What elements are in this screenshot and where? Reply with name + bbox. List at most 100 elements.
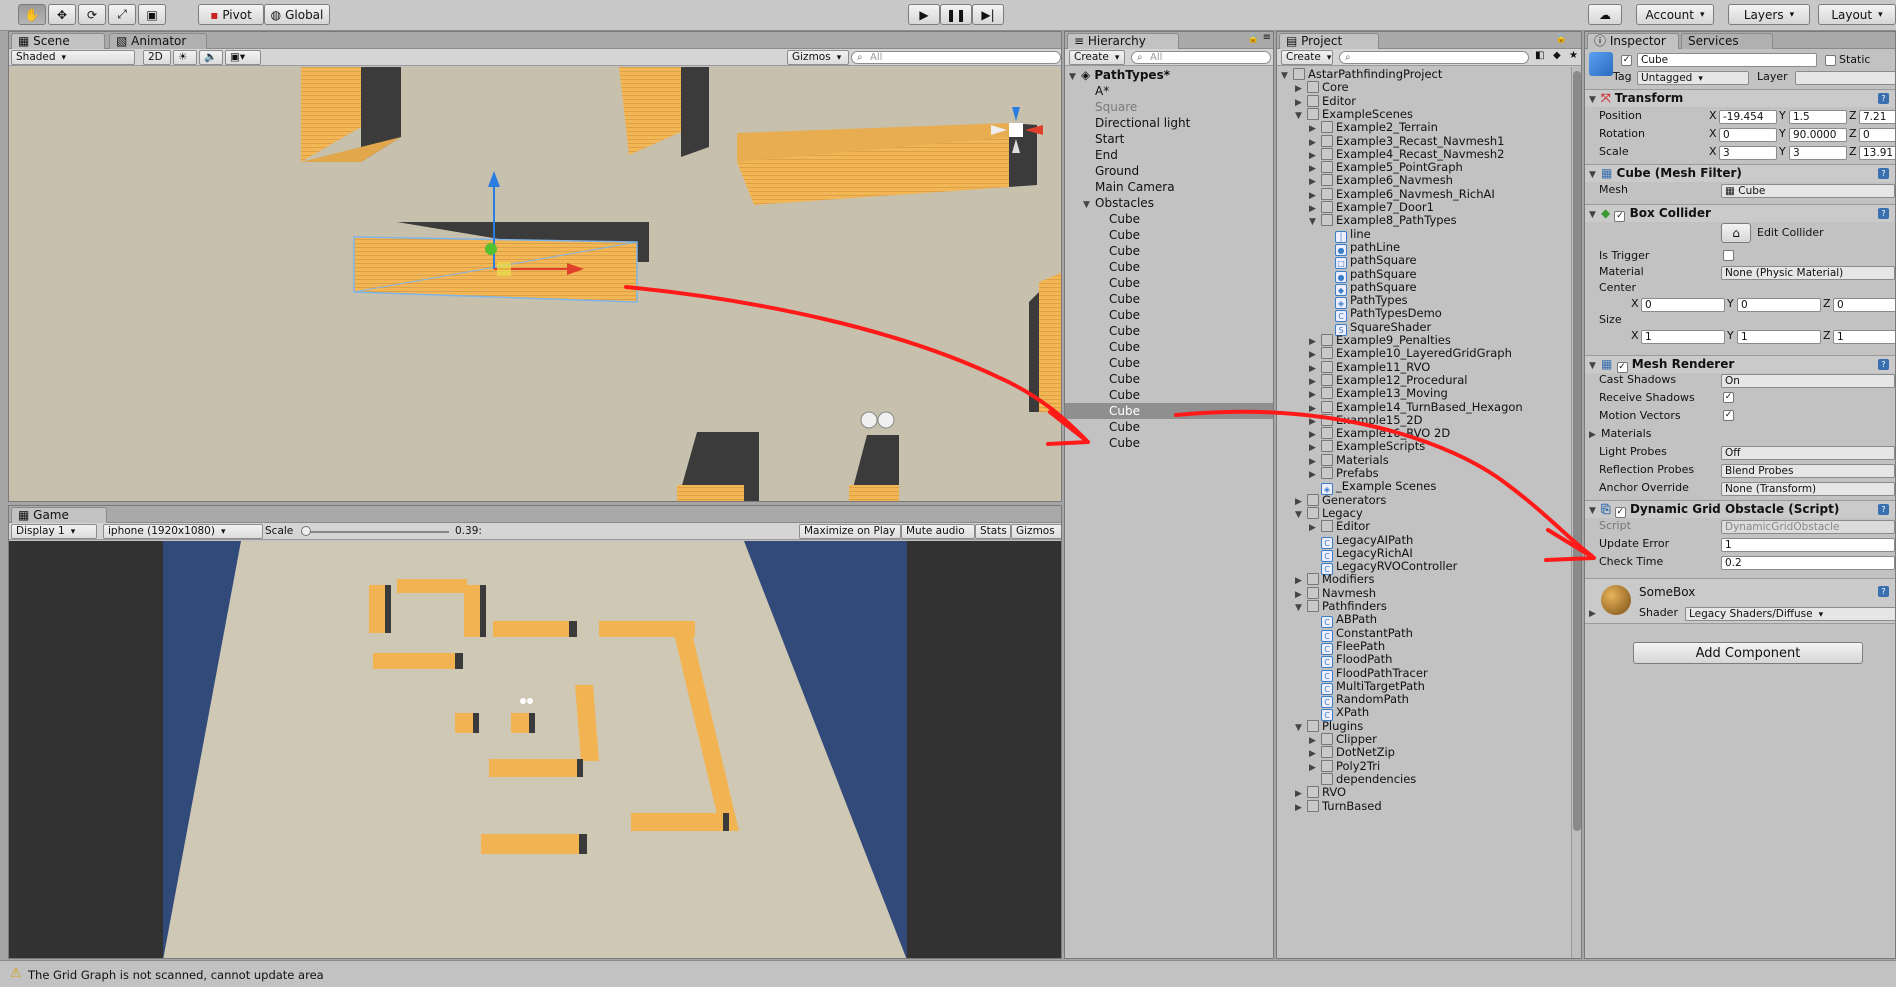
materials-foldout[interactable]: ▶ Materials: [1589, 427, 1651, 442]
hierarchy-item[interactable]: Cube: [1065, 371, 1273, 387]
shader-dropdown[interactable]: Legacy Shaders/Diffuse: [1685, 607, 1895, 621]
box-collider-enabled-checkbox[interactable]: ✓: [1614, 211, 1626, 222]
hierarchy-item[interactable]: End: [1065, 147, 1273, 163]
project-item[interactable]: ▶ Clipper: [1277, 732, 1569, 746]
scale-slider[interactable]: [301, 526, 449, 536]
project-item[interactable]: ▶ Example11_RVO: [1277, 360, 1569, 374]
pause-button[interactable]: ❚❚: [940, 4, 972, 25]
display-dropdown[interactable]: Display 1: [11, 524, 97, 539]
resolution-dropdown[interactable]: iphone (1920x1080): [103, 524, 263, 539]
rect-icon[interactable]: ▣: [138, 4, 166, 25]
rotation-z-field[interactable]: 0: [1859, 128, 1895, 142]
cloud-button[interactable]: ☁: [1588, 4, 1622, 25]
move-icon[interactable]: ✥: [48, 4, 76, 25]
project-scrollbar[interactable]: [1571, 67, 1581, 958]
hierarchy-item[interactable]: Directional light: [1065, 115, 1273, 131]
tab-game[interactable]: ▦ Game: [11, 507, 107, 523]
project-item[interactable]: ▶ Example16_RVO 2D: [1277, 426, 1569, 440]
hierarchy-item[interactable]: Cube: [1065, 387, 1273, 403]
project-item[interactable]: C FloodPath: [1277, 652, 1569, 669]
hierarchy-item[interactable]: Cube: [1065, 435, 1273, 451]
project-item[interactable]: C PathTypesDemo: [1277, 306, 1569, 323]
rotate-icon[interactable]: ⟳: [78, 4, 106, 25]
help-icon[interactable]: ?: [1878, 504, 1889, 515]
help-icon[interactable]: ?: [1878, 93, 1889, 104]
material-foldout-arrow[interactable]: ▶: [1589, 606, 1601, 621]
project-item[interactable]: ▶ Example14_TurnBased_Hexagon: [1277, 400, 1569, 414]
scale-icon[interactable]: ⤢: [108, 4, 136, 25]
hierarchy-item[interactable]: Main Camera: [1065, 179, 1273, 195]
tab-hierarchy[interactable]: ≡ Hierarchy: [1067, 33, 1179, 49]
hierarchy-item[interactable]: Cube: [1065, 227, 1273, 243]
hierarchy-create-dropdown[interactable]: Create: [1069, 50, 1125, 65]
hierarchy-item[interactable]: Cube: [1065, 307, 1273, 323]
mesh-renderer-header[interactable]: ▼ ▦ ✓ Mesh Renderer: [1585, 355, 1895, 373]
help-icon[interactable]: ?: [1878, 168, 1889, 179]
project-item[interactable]: ▼ Pathfinders: [1277, 599, 1569, 613]
project-create-dropdown[interactable]: Create: [1281, 50, 1333, 65]
scale-z-field[interactable]: 13.91: [1859, 146, 1895, 160]
box-collider-header[interactable]: ▼ ◆ ✓ Box Collider: [1585, 204, 1895, 222]
tab-services[interactable]: Services: [1681, 33, 1773, 49]
project-item[interactable]: C MultiTargetPath: [1277, 679, 1569, 695]
position-y-field[interactable]: 1.5: [1789, 110, 1847, 124]
project-item[interactable]: ▶ Example6_Navmesh: [1277, 173, 1569, 187]
2d-toggle[interactable]: 2D: [143, 50, 171, 65]
project-item[interactable]: ▶ Core: [1277, 80, 1569, 94]
physic-material-field[interactable]: None (Physic Material): [1721, 266, 1895, 280]
scene-gizmos-dropdown[interactable]: Gizmos: [787, 50, 849, 65]
hierarchy-search-input[interactable]: ⌕ All: [1131, 51, 1271, 64]
project-item[interactable]: ▶ DotNetZip: [1277, 745, 1569, 759]
hierarchy-item[interactable]: ▼ Obstacles: [1065, 195, 1273, 211]
panel-menu-icon[interactable]: ≡: [1263, 32, 1271, 43]
layers-dropdown[interactable]: Layers: [1728, 4, 1810, 25]
hierarchy-item[interactable]: A*: [1065, 83, 1273, 99]
tab-animator[interactable]: ▧ Animator: [109, 33, 207, 49]
project-item[interactable]: C ABPath: [1277, 612, 1569, 629]
position-z-field[interactable]: 7.21: [1859, 110, 1895, 124]
project-item[interactable]: ▶ Example2_Terrain: [1277, 120, 1569, 134]
hierarchy-item[interactable]: Cube: [1065, 291, 1273, 307]
hand-icon[interactable]: ✋: [18, 4, 46, 25]
cast-shadows-dropdown[interactable]: On: [1721, 374, 1895, 388]
project-item[interactable]: C LegacyAIPath: [1277, 533, 1569, 549]
project-item[interactable]: C LegacyRVOController: [1277, 559, 1569, 576]
help-icon[interactable]: ?: [1878, 586, 1889, 597]
dynamic-obstacle-enabled-checkbox[interactable]: ✓: [1614, 507, 1626, 518]
static-checkbox[interactable]: [1825, 55, 1836, 66]
center-y-field[interactable]: 0: [1737, 298, 1821, 312]
project-item[interactable]: ▶ Prefabs: [1277, 466, 1569, 480]
project-item[interactable]: C XPath: [1277, 705, 1569, 722]
mesh-field[interactable]: ▦ Cube: [1721, 184, 1895, 198]
gameobject-name-field[interactable]: Cube: [1637, 53, 1817, 67]
lock-icon[interactable]: 🔒: [1248, 34, 1259, 44]
hierarchy-item[interactable]: Start: [1065, 131, 1273, 147]
project-item[interactable]: ▶ Generators: [1277, 493, 1569, 507]
tab-scene[interactable]: ▦ Scene: [11, 33, 105, 49]
receive-shadows-checkbox[interactable]: ✓: [1723, 392, 1734, 403]
hierarchy-item[interactable]: Cube: [1065, 323, 1273, 339]
project-item[interactable]: C ConstantPath: [1277, 626, 1569, 642]
active-checkbox[interactable]: ✓: [1621, 55, 1632, 66]
hierarchy-item[interactable]: Cube: [1065, 259, 1273, 275]
is-trigger-checkbox[interactable]: [1723, 250, 1734, 261]
project-item[interactable]: ▶ Example4_Recast_Navmesh2: [1277, 147, 1569, 161]
effects-dropdown-icon[interactable]: ▣▾: [225, 50, 261, 65]
project-item[interactable]: C LegacyRichAI: [1277, 546, 1569, 562]
project-item[interactable]: C FloodPathTracer: [1277, 666, 1569, 682]
hierarchy-item[interactable]: Cube: [1065, 243, 1273, 259]
project-item[interactable]: ▼ Plugins: [1277, 719, 1569, 733]
project-item[interactable]: C FleePath: [1277, 639, 1569, 655]
tab-inspector[interactable]: ⓘ Inspector: [1587, 33, 1679, 49]
game-gizmos-dropdown[interactable]: Gizmos: [1011, 524, 1061, 539]
project-item[interactable]: dependencies: [1277, 772, 1569, 786]
center-z-field[interactable]: 0: [1833, 298, 1895, 312]
audio-toggle-icon[interactable]: 🔈: [199, 50, 223, 65]
project-item[interactable]: ▼ ExampleScenes: [1277, 107, 1569, 121]
size-y-field[interactable]: 1: [1737, 330, 1821, 344]
project-item[interactable]: ▶ Example13_Moving: [1277, 386, 1569, 400]
help-icon[interactable]: ?: [1878, 208, 1889, 219]
layout-dropdown[interactable]: Layout: [1818, 4, 1896, 25]
hierarchy-item[interactable]: Cube: [1065, 275, 1273, 291]
project-item[interactable]: ● pathLine: [1277, 240, 1569, 256]
